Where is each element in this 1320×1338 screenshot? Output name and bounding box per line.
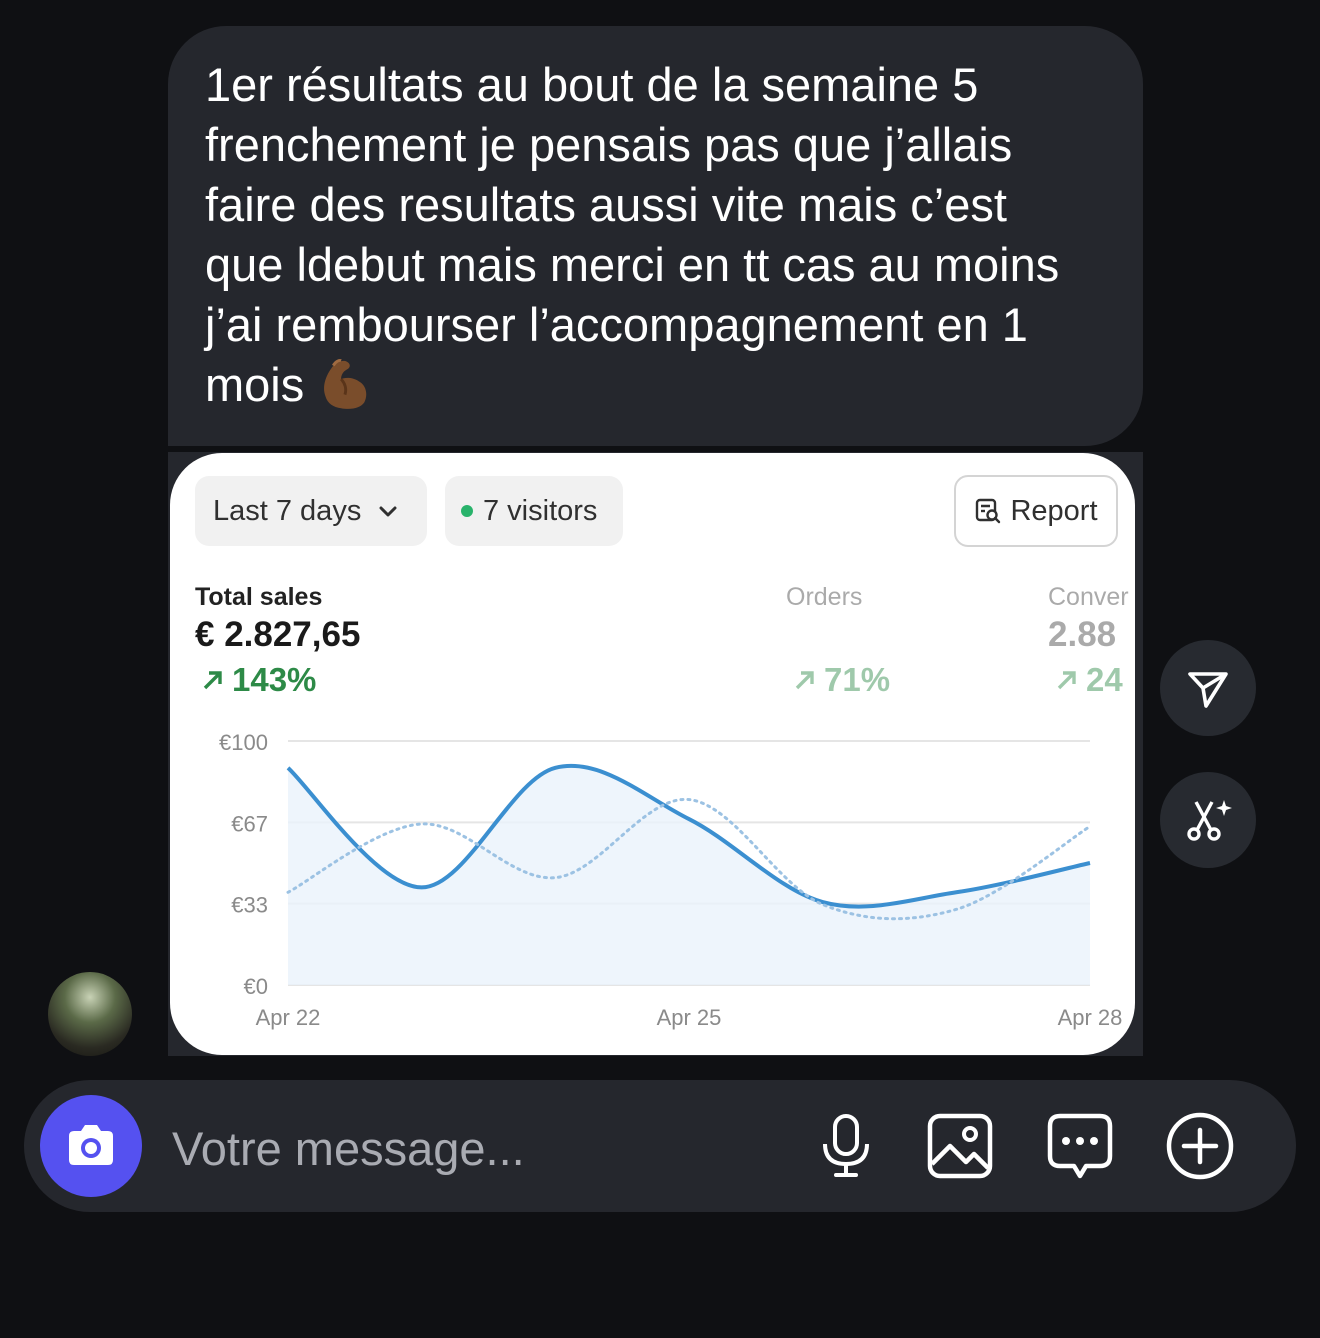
y-tick-label: €0	[244, 974, 268, 999]
camera-button[interactable]	[40, 1095, 142, 1197]
share-button[interactable]	[1160, 640, 1256, 736]
x-tick-label: Apr 25	[657, 1005, 722, 1030]
plus-circle-icon	[1166, 1112, 1234, 1180]
message-input[interactable]	[170, 1117, 774, 1179]
edit-button[interactable]	[1160, 772, 1256, 868]
sales-line-chart: €100 €67 €33 €0 Apr 22 Apr 25 Apr 28	[219, 730, 1123, 1030]
send-icon	[1188, 672, 1228, 708]
x-tick-label: Apr 22	[256, 1005, 321, 1030]
avatar[interactable]	[48, 972, 132, 1056]
y-tick-label: €100	[219, 730, 268, 755]
image-icon	[927, 1113, 993, 1179]
scissors-sparkle-icon	[1187, 800, 1232, 841]
sticker-button[interactable]	[1044, 1110, 1116, 1182]
y-tick-label: €67	[231, 811, 268, 836]
microphone-icon	[823, 1114, 869, 1177]
gallery-button[interactable]	[924, 1110, 996, 1182]
chat-bubble-icon	[1047, 1113, 1113, 1179]
flexed-biceps-icon	[324, 359, 367, 409]
camera-icon	[69, 1125, 113, 1165]
sales-screenshot[interactable]: Last 7 days 7 visitors Report Total sale…	[170, 453, 1135, 1055]
more-button[interactable]	[1164, 1110, 1236, 1182]
y-tick-label: €33	[231, 893, 268, 918]
x-tick-label: Apr 28	[1058, 1005, 1123, 1030]
voice-button[interactable]	[810, 1110, 882, 1182]
